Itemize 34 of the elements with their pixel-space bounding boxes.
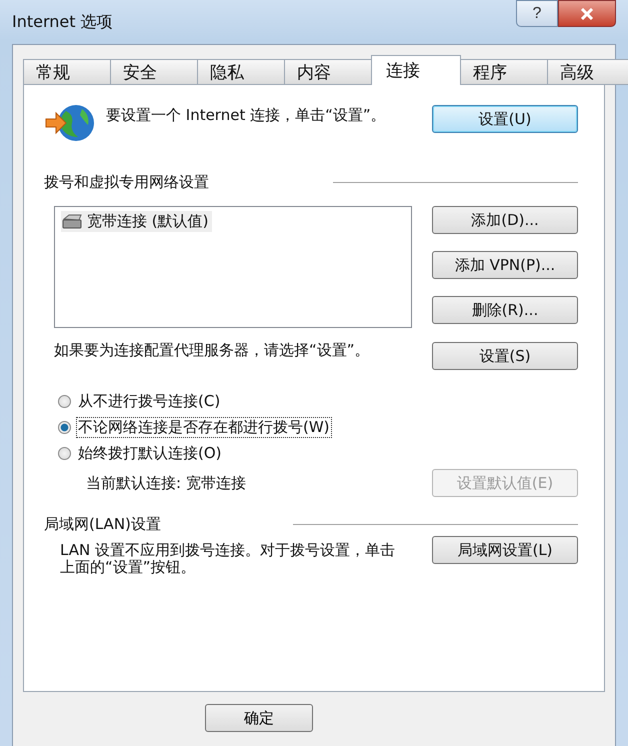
radio-button[interactable] [58, 421, 71, 434]
radio-label[interactable]: 始终拨打默认连接(O) [77, 444, 223, 463]
help-button[interactable]: ? [516, 0, 558, 27]
ok-button[interactable]: 确定 [205, 704, 313, 732]
connection-item[interactable]: 宽带连接 (默认值) [61, 211, 212, 232]
radio-button[interactable] [58, 447, 71, 460]
close-icon [580, 8, 594, 20]
radio-button[interactable] [58, 395, 71, 408]
connection-label: 宽带连接 (默认值) [87, 212, 208, 231]
radio-label[interactable]: 不论网络连接是否存在都进行拨号(W) [77, 418, 331, 437]
setup-button[interactable]: 设置(U) [432, 105, 578, 133]
connection-button[interactable]: 添加(D)... [432, 206, 578, 234]
connection-button[interactable]: 删除(R)... [432, 296, 578, 324]
section-heading: 拨号和虚拟专用网络设置 [44, 173, 209, 192]
window-title: Internet 选项 [12, 12, 113, 32]
current-default-text: 当前默认连接: 宽带连接 [86, 474, 247, 492]
radio-label[interactable]: 从不进行拨号连接(C) [77, 392, 222, 411]
modem-icon [61, 214, 83, 230]
section-heading: 局域网(LAN)设置 [44, 515, 161, 534]
tab[interactable]: 安全 [110, 59, 198, 85]
proxy-text: 如果要为连接配置代理服务器，请选择“设置”。 [54, 342, 371, 359]
setup-text: 要设置一个 Internet 连接，单击“设置”。 [106, 107, 387, 124]
lan-settings-button[interactable]: 局域网设置(L) [432, 536, 578, 564]
connection-button[interactable]: 添加 VPN(P)... [432, 251, 578, 279]
tab[interactable]: 程序 [460, 59, 548, 85]
tab[interactable]: 隐私 [197, 59, 285, 85]
tab[interactable]: 常规 [23, 59, 111, 85]
proxy-settings-button[interactable]: 设置(S) [432, 342, 578, 370]
tab[interactable]: 连接 [371, 55, 461, 85]
tab[interactable]: 内容 [284, 59, 372, 85]
tab[interactable]: 高级 [547, 59, 628, 85]
globe-arrow-icon [44, 103, 96, 143]
close-button[interactable] [558, 0, 616, 27]
lan-text: LAN 设置不应用到拨号连接。对于拨号设置，单击上面的“设置”按钮。 [60, 542, 396, 576]
